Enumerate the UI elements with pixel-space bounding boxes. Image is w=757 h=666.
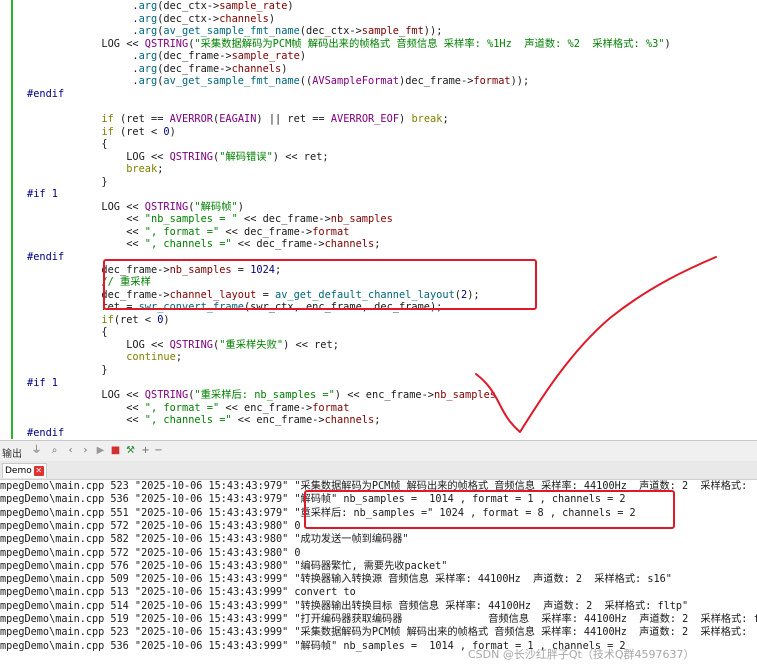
watermark: CSDN @长沙红胖子Qt（技术Q群4597637） <box>468 648 695 661</box>
hand-drawn-annotation <box>475 256 717 433</box>
